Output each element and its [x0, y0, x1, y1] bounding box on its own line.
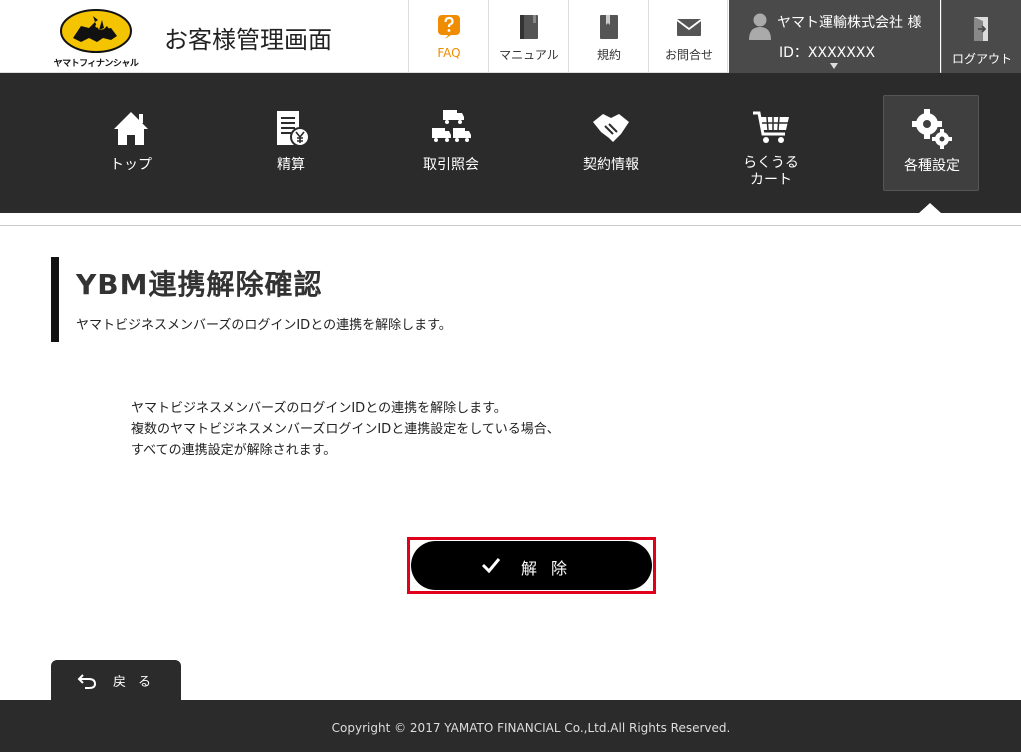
main-nav: トップ 精算 取引照会 契約情報 らくうる カート 各種設定 — [0, 73, 1021, 213]
question-icon — [438, 15, 460, 39]
header: ヤマトフィナンシャル お客様管理画面 FAQ マニュアル 規約 お問合せ ヤマト… — [0, 0, 1021, 73]
gears-icon — [912, 109, 952, 149]
manual-button[interactable]: マニュアル — [488, 0, 568, 73]
logout-door-icon — [974, 17, 988, 41]
description-line: ヤマトビジネスメンバーズのログインIDとの連携を解除します。 — [131, 401, 507, 416]
nav-item-transactions[interactable]: 取引照会 — [403, 95, 499, 191]
nav-item-label: 精算 — [277, 157, 305, 173]
home-icon — [114, 112, 148, 145]
chevron-down-icon — [830, 63, 838, 69]
cart-icon — [753, 111, 789, 143]
user-account-menu[interactable]: ヤマト運輸株式会社 様 ID：XXXXXXX — [729, 0, 940, 73]
nav-item-label: トップ — [110, 157, 152, 173]
unlink-submit-label: 解除 — [521, 559, 582, 578]
person-icon — [749, 13, 771, 40]
logo-text: ヤマトフィナンシャル — [53, 59, 139, 69]
nav-item-rakuuru-cart[interactable]: らくうる カート — [723, 95, 819, 191]
user-name: ヤマト運輸株式会社 様 — [777, 15, 922, 31]
nav-item-contract[interactable]: 契約情報 — [563, 95, 659, 191]
page-subtitle: ヤマトビジネスメンバーズのログインIDとの連携を解除します。 — [76, 318, 452, 333]
nav-active-pointer — [919, 203, 941, 213]
faq-button[interactable]: FAQ — [408, 0, 488, 73]
terms-label: 規約 — [596, 48, 621, 62]
nav-item-label: 契約情報 — [583, 157, 639, 173]
description-line: 複数のヤマトビジネスメンバーズログインIDと連携設定をしている場合、 — [131, 422, 560, 437]
logout-button[interactable]: ログアウト — [941, 0, 1021, 73]
mail-icon — [677, 19, 701, 36]
footer: Copyright © 2017 YAMATO FINANCIAL Co.,Lt… — [0, 700, 1021, 752]
document-icon — [600, 15, 618, 39]
contact-button[interactable]: お問合せ — [648, 0, 728, 73]
black-cat-logo-icon — [60, 9, 132, 53]
book-icon — [520, 15, 538, 39]
manual-label: マニュアル — [499, 48, 559, 62]
terms-button[interactable]: 規約 — [568, 0, 648, 73]
contact-label: お問合せ — [664, 48, 713, 62]
nav-item-label: 取引照会 — [423, 157, 479, 173]
unlink-submit-button[interactable]: 解除 — [411, 541, 652, 590]
check-icon — [481, 558, 501, 574]
description-line: すべての連携設定が解除されます。 — [131, 443, 337, 458]
description: ヤマトビジネスメンバーズのログインIDとの連携を解除します。 複数のヤマトビジネ… — [131, 398, 560, 461]
nav-item-label-line2: カート — [750, 172, 792, 188]
nav-item-settings[interactable]: 各種設定 — [883, 95, 979, 191]
faq-label: FAQ — [437, 46, 461, 60]
page-title: YBM連携解除確認 — [76, 268, 323, 301]
divider — [0, 225, 1021, 226]
back-button[interactable]: 戻る — [51, 660, 181, 700]
copyright: Copyright © 2017 YAMATO FINANCIAL Co.,Lt… — [331, 721, 731, 735]
logout-label: ログアウト — [951, 52, 1012, 66]
user-id: ID：XXXXXXX — [779, 45, 876, 61]
handshake-icon — [593, 114, 629, 142]
back-label: 戻る — [113, 675, 164, 690]
return-arrow-icon — [77, 674, 97, 689]
nav-item-label-line1: らくうる — [743, 155, 799, 171]
nav-item-label: らくうる カート — [723, 155, 819, 189]
logo[interactable]: ヤマトフィナンシャル — [50, 8, 142, 69]
nav-item-top[interactable]: トップ — [83, 95, 179, 191]
nav-item-settlement[interactable]: 精算 — [243, 95, 339, 191]
nav-item-label: 各種設定 — [904, 158, 960, 174]
trucks-icon — [432, 110, 471, 142]
app-title: お客様管理画面 — [164, 26, 332, 54]
invoice-yen-icon — [277, 111, 310, 147]
page-heading: YBM連携解除確認 ヤマトビジネスメンバーズのログインIDとの連携を解除します。 — [51, 257, 651, 342]
